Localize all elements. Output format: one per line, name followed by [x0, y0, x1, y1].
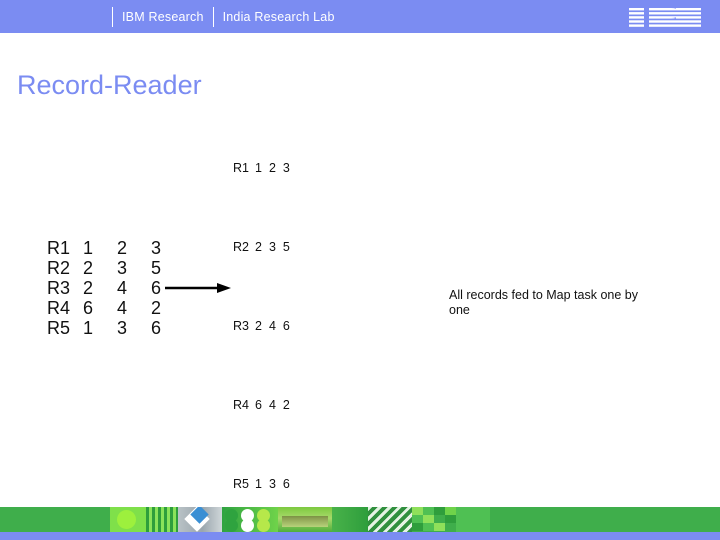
record-value: 2 [254, 240, 262, 254]
footer-landscape-ridge [282, 516, 328, 527]
cell-value: 6 [151, 318, 162, 338]
annotation-caption: All records fed to Map task one by one [449, 288, 638, 317]
table-row: R1 1 2 3 [47, 238, 185, 258]
output-record-stream: R1 1 2 3 R2 2 3 5 R3 2 4 6 R4 6 4 2 R5 1 3 6 [233, 160, 363, 492]
record-value: 6 [282, 319, 290, 333]
list-item: R2 2 3 5 [233, 239, 363, 255]
record-id: R2 [233, 240, 249, 254]
header-lab-label: India Research Lab [222, 10, 335, 24]
row-id: R3 [47, 278, 71, 298]
cell-value: 2 [151, 298, 162, 318]
list-item: R5 1 3 6 [233, 476, 363, 492]
record-value: 2 [268, 161, 276, 175]
list-item: R1 1 2 3 [233, 160, 363, 176]
record-value: 4 [268, 319, 276, 333]
record-value: 3 [268, 477, 276, 491]
footer-decoration-band [0, 507, 720, 532]
record-value: 6 [254, 398, 262, 412]
row-id: R1 [47, 238, 71, 258]
table-row: R2 2 3 5 [47, 258, 185, 278]
row-id: R4 [47, 298, 71, 318]
cell-value: 3 [151, 238, 162, 258]
record-value: 3 [282, 161, 290, 175]
footer-tile-gradient [332, 507, 368, 532]
record-id: R5 [233, 477, 249, 491]
record-id: R4 [233, 398, 249, 412]
record-value: 1 [254, 161, 262, 175]
flow-arrow-right-icon [165, 280, 231, 296]
cell-value: 6 [83, 298, 94, 318]
cell-value: 2 [117, 238, 128, 258]
table-row: R5 1 3 6 [47, 318, 185, 338]
cell-value: 3 [117, 318, 128, 338]
ibm-logo-icon [629, 8, 701, 29]
footer-tile-circle [110, 507, 146, 532]
record-value: 6 [282, 477, 290, 491]
cell-value: 4 [117, 298, 128, 318]
header-brand-group: IBM Research India Research Lab [112, 7, 335, 27]
record-value: 5 [282, 240, 290, 254]
header-divider-middle [212, 7, 214, 27]
header-divider-left [112, 7, 113, 27]
cell-value: 1 [83, 318, 94, 338]
footer-tile-solid-light [456, 507, 490, 532]
record-value: 1 [254, 477, 262, 491]
footer-circle-shape [117, 510, 136, 529]
header-brand-label: IBM Research [122, 10, 204, 24]
footer-tile-solid-dark [490, 507, 530, 532]
cell-value: 3 [117, 258, 128, 278]
record-value: 3 [268, 240, 276, 254]
record-id: R1 [233, 161, 249, 175]
footer-accent-bar [0, 532, 720, 540]
cell-value: 2 [83, 258, 94, 278]
record-value: 2 [254, 319, 262, 333]
row-id: R5 [47, 318, 71, 338]
page-title: Record-Reader [17, 70, 202, 100]
cell-value: 1 [83, 238, 94, 258]
record-id: R3 [233, 319, 249, 333]
record-value: 4 [268, 398, 276, 412]
row-id: R2 [47, 258, 71, 278]
list-item: R3 2 4 6 [233, 318, 363, 334]
cell-value: 5 [151, 258, 162, 278]
footer-tile-hatch [368, 507, 412, 532]
record-value: 2 [282, 398, 290, 412]
list-item: R4 6 4 2 [233, 397, 363, 413]
footer-tile-photo [178, 507, 222, 532]
header-band: IBM Research India Research Lab [0, 0, 720, 33]
cell-value: 2 [83, 278, 94, 298]
footer-tile-landscape [278, 507, 332, 532]
footer-tile-dots [222, 507, 278, 532]
footer-tile-pixels [412, 507, 456, 532]
table-row: R4 6 4 2 [47, 298, 185, 318]
cell-value: 4 [117, 278, 128, 298]
footer-tile-stripes [146, 507, 178, 532]
